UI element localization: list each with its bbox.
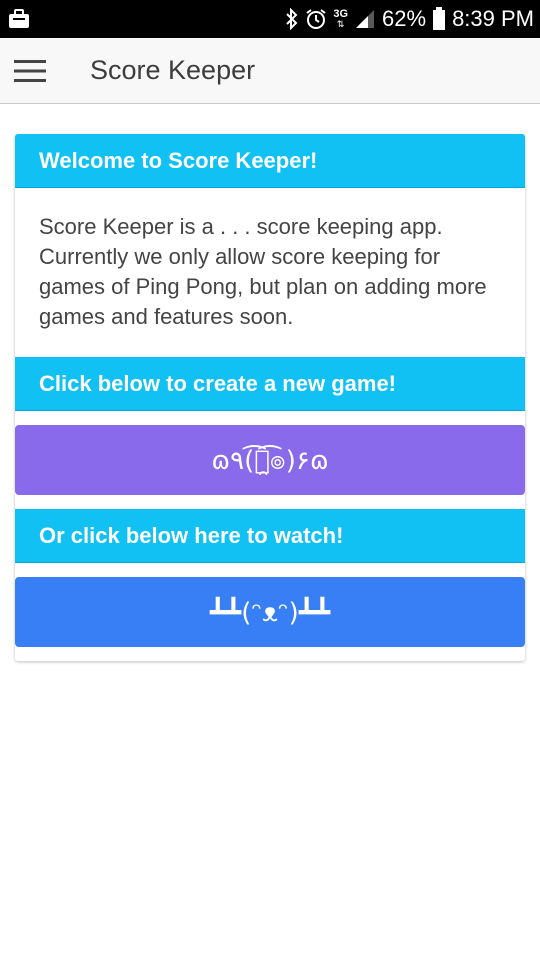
status-bar: 3G ⇅ 62% 8:39 PM (0, 0, 540, 38)
create-game-button[interactable]: ɷ٩(͡๏̯͡๏)۶ɷ (15, 425, 525, 495)
battery-percent: 62% (382, 6, 427, 31)
create-game-header: Click below to create a new game! (15, 357, 525, 411)
watch-button-wrap: ┻┻(ᵔᴥᵔ)┻┻ (15, 563, 525, 661)
clock: 8:39 PM (452, 6, 534, 31)
description-text: Score Keeper is a . . . score keeping ap… (39, 214, 487, 329)
hamburger-menu-icon (14, 59, 46, 82)
bag-icon (8, 9, 30, 29)
alarm-icon (305, 8, 327, 30)
network-icon: 3G ⇅ (333, 8, 349, 30)
app-bar: Score Keeper (0, 38, 540, 104)
page-title: Score Keeper (90, 55, 256, 85)
welcome-header: Welcome to Score Keeper! (15, 134, 525, 188)
create-button-wrap: ɷ٩(͡๏̯͡๏)۶ɷ (15, 411, 525, 509)
welcome-card: Welcome to Score Keeper! Score Keeper is… (15, 134, 525, 661)
watch-game-button[interactable]: ┻┻(ᵔᴥᵔ)┻┻ (15, 577, 525, 647)
signal-icon (354, 8, 376, 30)
bluetooth-icon (285, 8, 299, 30)
battery-icon (432, 7, 446, 31)
watch-header: Or click below here to watch! (15, 509, 525, 563)
menu-button[interactable] (0, 38, 60, 104)
